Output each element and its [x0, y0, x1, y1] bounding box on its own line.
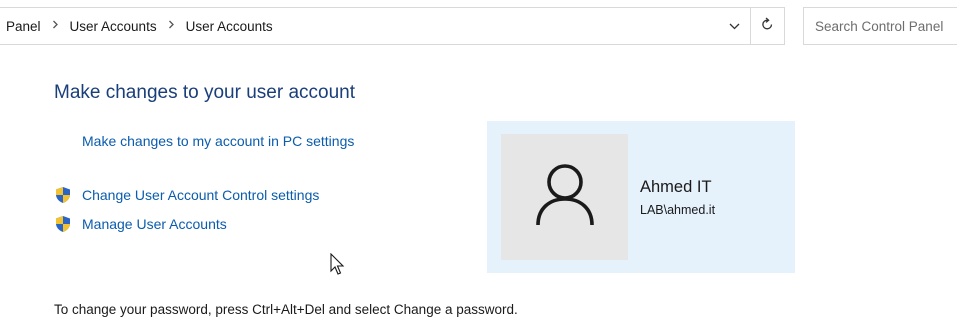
user-account-name: LAB\ahmed.it — [640, 203, 716, 217]
breadcrumb-item-user-accounts-current[interactable]: User Accounts — [186, 19, 273, 34]
user-display-name: Ahmed IT — [640, 178, 712, 196]
breadcrumb-item-control-panel[interactable]: Panel — [6, 19, 41, 34]
user-account-tile: Ahmed IT LAB\ahmed.it — [487, 121, 795, 273]
address-history-dropdown-button[interactable] — [722, 8, 746, 44]
control-panel-window: Panel User Accounts User Accounts Search… — [0, 0, 957, 320]
pc-settings-link[interactable]: Make changes to my account in PC setting… — [82, 133, 354, 149]
refresh-button[interactable] — [750, 8, 784, 44]
avatar — [501, 134, 628, 260]
uac-settings-task[interactable]: Change User Account Control settings — [54, 186, 319, 204]
manage-accounts-task[interactable]: Manage User Accounts — [54, 215, 227, 233]
breadcrumb-item-user-accounts[interactable]: User Accounts — [70, 19, 157, 34]
uac-shield-icon — [54, 186, 72, 204]
page-title: Make changes to your user account — [54, 82, 356, 103]
user-silhouette-icon — [534, 162, 596, 233]
search-input[interactable] — [815, 18, 957, 34]
mouse-pointer-icon — [330, 252, 346, 277]
breadcrumb: Panel User Accounts User Accounts — [6, 8, 273, 44]
manage-accounts-link[interactable]: Manage User Accounts — [82, 216, 227, 232]
search-box[interactable] — [803, 7, 957, 45]
address-bar[interactable]: Panel User Accounts User Accounts — [0, 7, 785, 45]
uac-settings-link[interactable]: Change User Account Control settings — [82, 187, 319, 203]
chevron-right-icon[interactable] — [52, 20, 59, 32]
chevron-right-icon[interactable] — [168, 20, 175, 32]
chevron-down-icon — [729, 17, 740, 35]
refresh-icon — [761, 17, 774, 36]
uac-shield-icon — [54, 215, 72, 233]
password-change-note: To change your password, press Ctrl+Alt+… — [54, 302, 518, 317]
